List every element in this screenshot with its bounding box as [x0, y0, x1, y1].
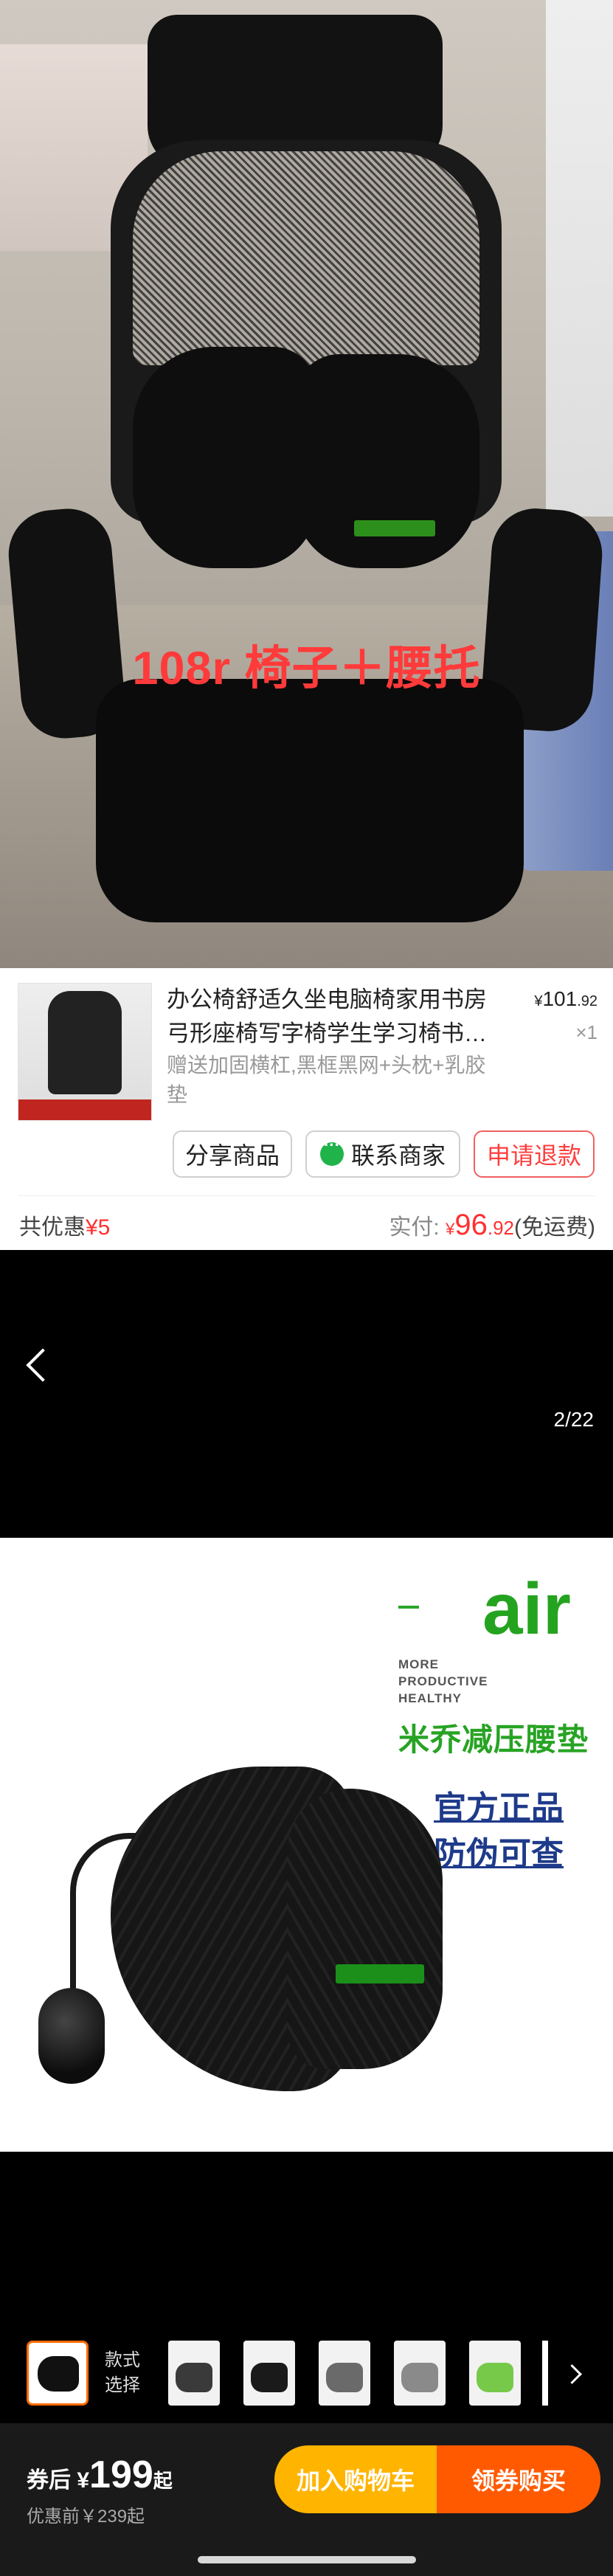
pump-bulb — [38, 1988, 105, 2084]
order-card: 办公椅舒适久坐电脑椅家用书房弓形座椅写字椅学生学习椅书… ¥101.92 ×1 … — [0, 968, 613, 1250]
product-title[interactable]: 办公椅舒适久坐电脑椅家用书房弓形座椅写字椅学生学习椅书… — [167, 983, 506, 1051]
anti-counterfeit-badge: 防伪可查 — [434, 1836, 564, 1872]
add-to-cart-button[interactable]: 加入购物车 — [274, 2445, 437, 2513]
style-option[interactable] — [394, 2341, 446, 2406]
lumbar-logo — [354, 520, 435, 536]
style-option-swatch — [176, 2363, 212, 2392]
brand-tagline: MORE PRODUCTIVE HEALTHY — [398, 1657, 488, 1705]
brand-dash — [398, 1606, 419, 1609]
divider — [18, 1195, 595, 1196]
purchase-bar: 券后 ¥199起 优惠前￥239起 加入购物车 领券购买 — [0, 2423, 613, 2576]
item-quantity: ×1 — [575, 1021, 598, 1043]
item-price: ¥101.92 — [534, 987, 598, 1010]
contact-seller-label: 联系商家 — [350, 1142, 446, 1169]
background-shelf — [546, 0, 613, 517]
product-thumbnail[interactable] — [18, 983, 152, 1121]
style-option-swatch — [251, 2363, 288, 2392]
request-refund-button[interactable]: 申请退款 — [474, 1130, 595, 1178]
style-thumbnail-cushion — [38, 2356, 79, 2392]
style-select-label[interactable]: 款式 选择 — [105, 2348, 140, 2398]
style-option[interactable] — [469, 2341, 521, 2406]
original-price: 优惠前￥239起 — [27, 2507, 145, 2527]
thumbnail-chair — [48, 991, 122, 1094]
style-option-swatch — [401, 2363, 438, 2392]
image-page-counter: 2/22 — [553, 1408, 595, 1431]
lumbar-pad-left — [133, 347, 317, 568]
style-option-swatch — [326, 2363, 363, 2392]
thumbnail-banner — [18, 1099, 151, 1120]
style-option[interactable] — [168, 2341, 220, 2406]
chair-photo: 108r 椅子＋腰托 — [0, 0, 613, 968]
chair-seat — [96, 679, 524, 922]
product-name: 米乔减压腰垫 — [398, 1722, 589, 1757]
style-option[interactable] — [243, 2341, 295, 2406]
contact-seller-button[interactable]: 联系商家 — [305, 1130, 460, 1178]
product-image[interactable]: air MORE PRODUCTIVE HEALTHY 米乔减压腰垫 官方正品 … — [0, 1538, 613, 2152]
home-indicator[interactable] — [198, 2556, 416, 2563]
viewer-spacer — [0, 2152, 613, 2332]
selected-style-thumbnail[interactable] — [27, 2341, 89, 2406]
style-selector: 款式 选择 — [0, 2332, 613, 2423]
photo-caption: 108r 椅子＋腰托 — [132, 643, 481, 694]
style-option-swatch — [477, 2363, 513, 2392]
coupon-buy-button[interactable]: 领券购买 — [437, 2445, 600, 2513]
cushion-right-wing — [288, 1789, 443, 2069]
product-spec: 赠送加固横杠,黑框黑网+头枕+乳胶垫 — [167, 1054, 486, 1106]
style-option[interactable] — [319, 2341, 370, 2406]
style-option-partial[interactable] — [542, 2341, 548, 2406]
brand-word: air — [482, 1568, 571, 1649]
cushion-logo — [336, 1964, 424, 1983]
chevron-right-icon[interactable] — [562, 2364, 582, 2384]
coupon-price: 券后 ¥199起 — [27, 2454, 173, 2496]
total-discount: 共优惠¥5 — [19, 1215, 111, 1240]
amount-paid: 实付: ¥96.92(免运费) — [389, 1209, 595, 1241]
share-product-button[interactable]: 分享商品 — [173, 1130, 292, 1178]
chat-icon — [319, 1136, 344, 1166]
chair-mesh — [133, 151, 479, 365]
back-arrow-icon[interactable] — [26, 1348, 60, 1382]
image-viewer: 2/22 — [0, 1250, 613, 1538]
authentic-badge: 官方正品 — [434, 1790, 564, 1826]
